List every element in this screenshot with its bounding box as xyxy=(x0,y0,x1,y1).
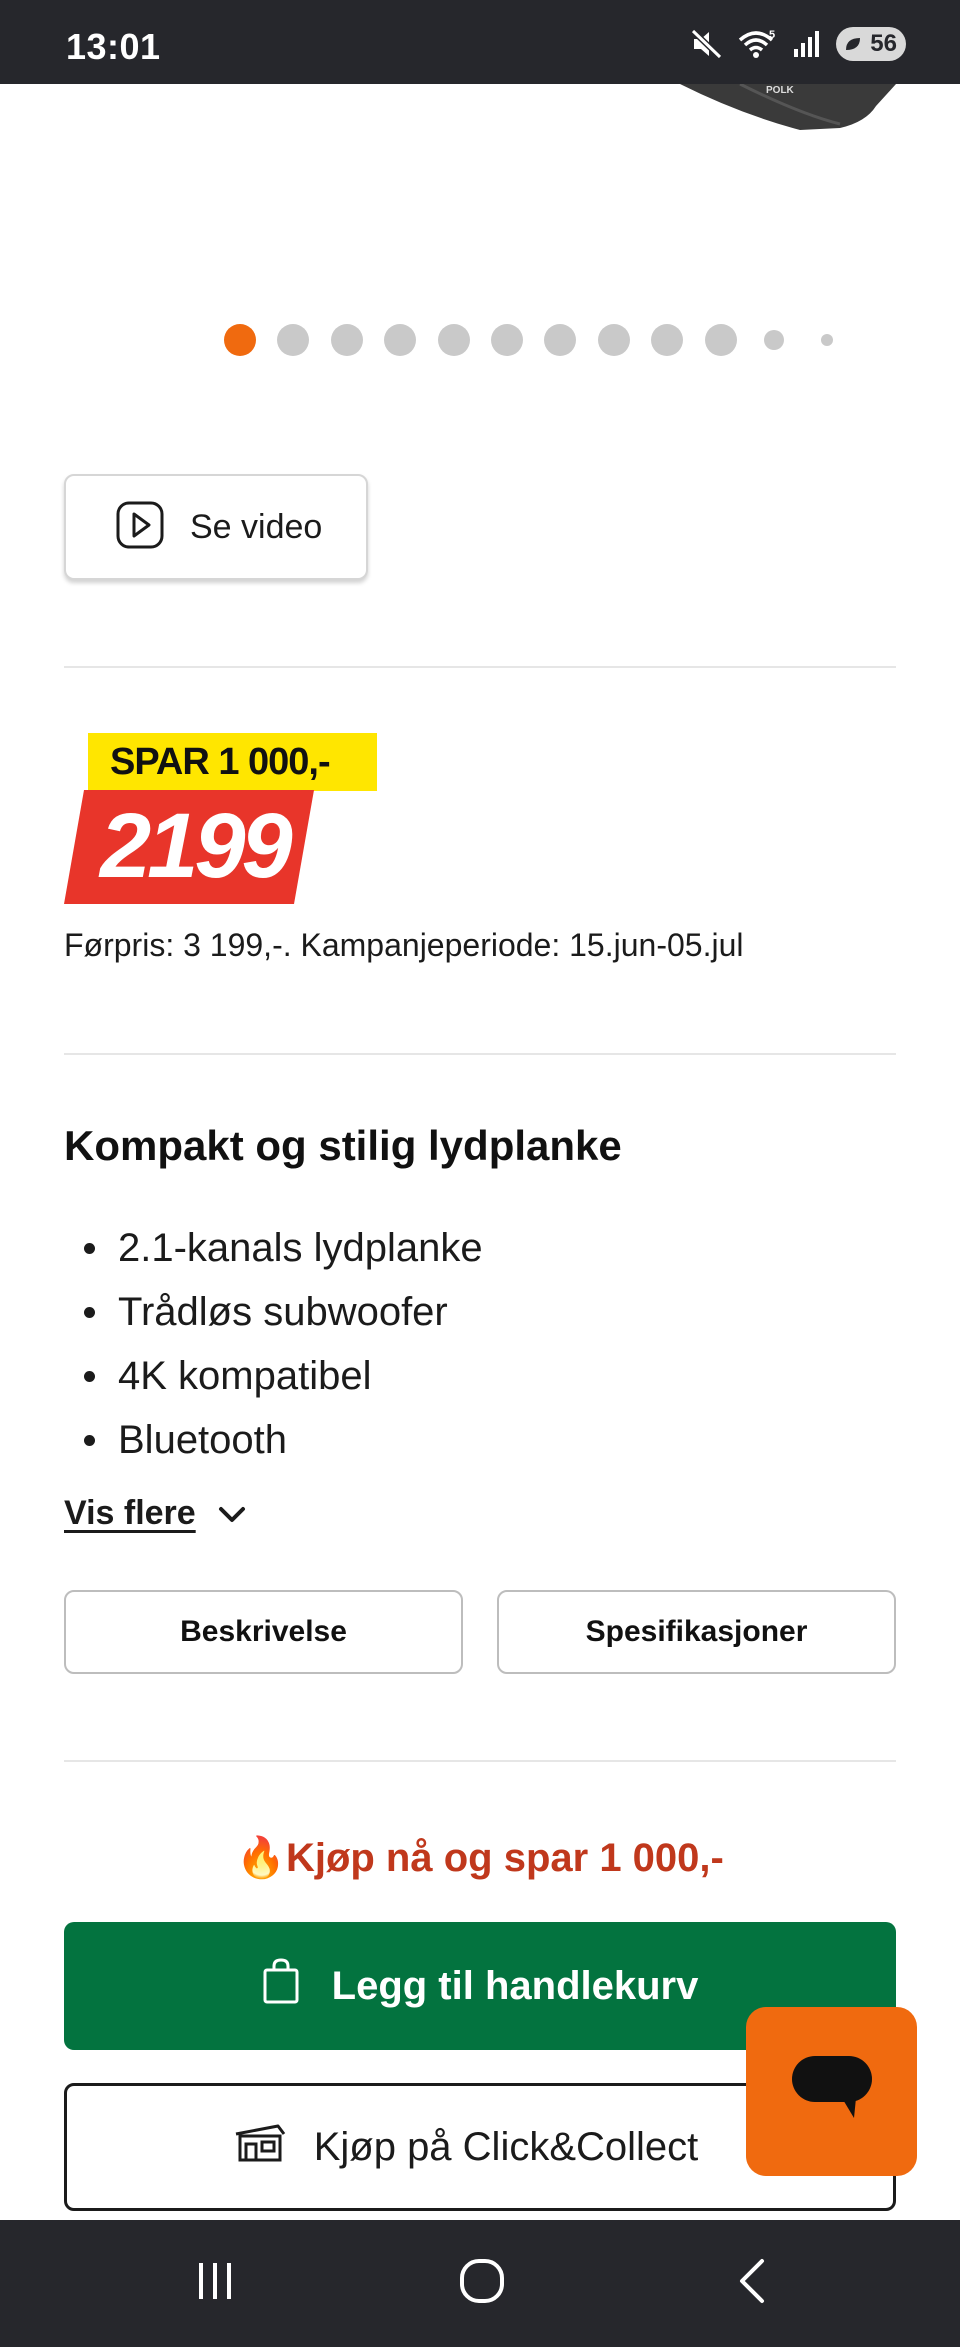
carousel-dot-active[interactable] xyxy=(224,324,256,356)
feature-item: Trådløs subwoofer xyxy=(82,1284,483,1348)
savings-badge: SPAR 1 000,- xyxy=(88,733,377,791)
add-to-cart-label: Legg til handlekurv xyxy=(331,1963,699,2008)
system-nav-bar xyxy=(0,2220,960,2347)
carousel-dot[interactable] xyxy=(544,324,577,356)
previous-price: Førpris: 3 199,-. Kampanjeperiode: 15.ju… xyxy=(64,927,744,963)
watch-video-button[interactable]: Se video xyxy=(64,474,368,580)
status-time: 13:01 xyxy=(66,26,161,67)
carousel-dot[interactable] xyxy=(651,324,684,356)
recent-apps-button[interactable] xyxy=(155,2220,275,2347)
carousel-dot[interactable] xyxy=(277,324,310,356)
carousel-dot[interactable] xyxy=(597,324,630,356)
mute-icon xyxy=(690,28,724,60)
show-more-label: Vis flere xyxy=(64,1494,196,1532)
recent-apps-icon xyxy=(193,2259,237,2308)
price-tag: 2199 xyxy=(64,790,314,904)
signal-icon xyxy=(792,29,822,59)
battery-leaf-icon xyxy=(846,38,860,50)
carousel-dot[interactable] xyxy=(330,324,363,356)
store-icon xyxy=(232,2122,288,2172)
feature-list: 2.1-kanals lydplanke Trådløs subwoofer 4… xyxy=(82,1220,483,1476)
home-icon xyxy=(458,2257,506,2310)
carousel-dot[interactable] xyxy=(704,324,737,356)
feature-item: 4K kompatibel xyxy=(82,1348,483,1412)
fire-icon: 🔥 xyxy=(236,1836,286,1880)
carousel-dot[interactable] xyxy=(437,324,470,356)
carousel-dot[interactable] xyxy=(384,324,417,356)
product-image[interactable]: POLK xyxy=(680,82,896,130)
divider xyxy=(64,1053,896,1055)
status-bar: 13:01 5 56 xyxy=(0,0,960,84)
promo-text: Kjøp nå og spar 1 000,- xyxy=(285,1836,724,1880)
carousel-dots xyxy=(0,322,960,358)
home-button[interactable] xyxy=(422,2220,542,2347)
carousel-dot[interactable] xyxy=(764,330,784,350)
wifi-icon: 5 xyxy=(738,28,778,60)
chevron-down-icon xyxy=(218,1494,246,1533)
click-collect-label: Kjøp på Click&Collect xyxy=(313,2124,699,2169)
shopping-bag-icon xyxy=(262,1957,300,2015)
back-button[interactable] xyxy=(692,2220,812,2347)
current-price: 2199 xyxy=(100,795,293,897)
back-icon xyxy=(732,2257,772,2310)
status-icons: 5 56 xyxy=(690,26,906,62)
battery-level: 56 xyxy=(870,30,897,57)
svg-text:POLK: POLK xyxy=(766,85,795,96)
chat-bubble-icon xyxy=(790,2054,874,2129)
divider xyxy=(64,1760,896,1762)
show-more-link[interactable]: Vis flere xyxy=(64,1494,246,1533)
specifications-button[interactable]: Spesifikasjoner xyxy=(497,1590,896,1674)
play-icon xyxy=(116,501,164,554)
carousel-dot[interactable] xyxy=(821,334,834,346)
promo-message: 🔥Kjøp nå og spar 1 000,- xyxy=(0,1834,960,1881)
feature-item: Bluetooth xyxy=(82,1412,483,1476)
product-headline: Kompakt og stilig lydplanke xyxy=(64,1122,622,1169)
svg-text:5: 5 xyxy=(769,29,775,41)
feature-item: 2.1-kanals lydplanke xyxy=(82,1220,483,1284)
battery-icon: 56 xyxy=(836,27,906,61)
carousel-dot[interactable] xyxy=(491,324,523,356)
watch-video-label: Se video xyxy=(190,507,323,546)
description-button[interactable]: Beskrivelse xyxy=(64,1590,463,1674)
divider xyxy=(64,666,896,668)
chat-button[interactable] xyxy=(746,2007,917,2176)
